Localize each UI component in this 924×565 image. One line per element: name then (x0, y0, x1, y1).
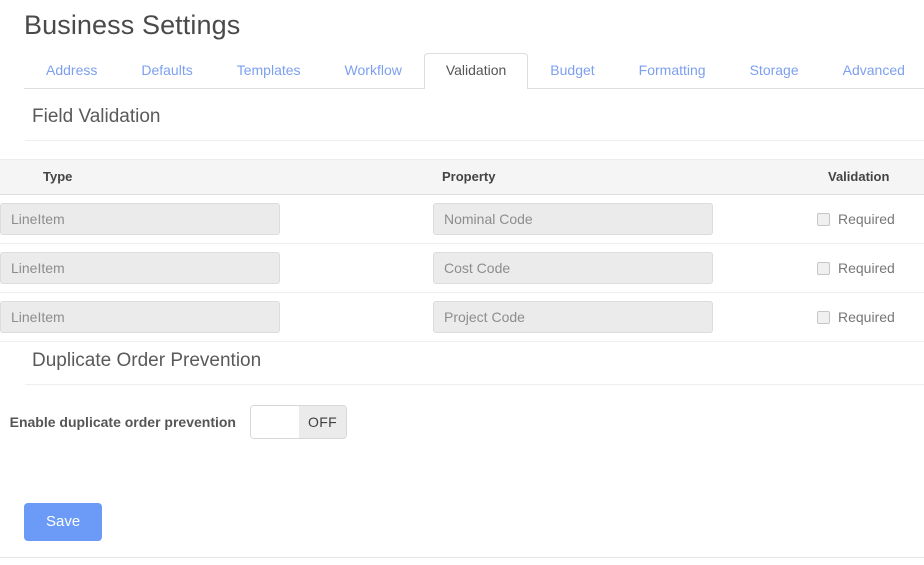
cell-type (0, 243, 433, 293)
tab-advanced[interactable]: Advanced (821, 53, 924, 88)
cell-validation: Required (817, 243, 924, 293)
column-header-type: Type (0, 159, 433, 195)
cell-type (0, 194, 433, 244)
column-header-validation: Validation (817, 159, 924, 195)
property-input[interactable] (433, 203, 713, 235)
property-input[interactable] (433, 301, 713, 333)
tab-formatting[interactable]: Formatting (617, 53, 728, 88)
duplicate-order-prevention-section: Duplicate Order Prevention Enable duplic… (0, 348, 924, 439)
type-input[interactable] (0, 252, 280, 284)
table-header-row: Type Property Validation (0, 159, 924, 195)
tab-budget[interactable]: Budget (528, 53, 616, 88)
tab-workflow[interactable]: Workflow (323, 53, 424, 88)
cell-property (433, 243, 817, 293)
cell-type (0, 292, 433, 342)
property-input[interactable] (433, 252, 713, 284)
page-title: Business Settings (24, 10, 241, 40)
footer-divider (0, 557, 924, 558)
required-checkbox[interactable] (817, 261, 830, 275)
required-label: Required (838, 309, 895, 325)
cell-property (433, 194, 817, 244)
tab-validation[interactable]: Validation (423, 53, 529, 89)
duplicate-order-toggle-row: Enable duplicate order prevention OFF (0, 385, 924, 439)
table-row: Required (0, 243, 924, 293)
required-checkbox[interactable] (817, 212, 830, 226)
type-input[interactable] (0, 203, 280, 235)
table-row: Required (0, 194, 924, 244)
field-validation-table: Type Property Validation Required (0, 159, 924, 342)
duplicate-order-toggle[interactable]: OFF (250, 405, 347, 439)
toggle-knob (251, 406, 299, 438)
tab-storage[interactable]: Storage (728, 53, 821, 88)
settings-tab-bar: Address Defaults Templates Workflow Vali… (24, 53, 924, 89)
tab-templates[interactable]: Templates (215, 53, 323, 88)
required-label: Required (838, 211, 895, 227)
required-label: Required (838, 260, 895, 276)
type-input[interactable] (0, 301, 280, 333)
table-row: Required (0, 292, 924, 342)
tab-defaults[interactable]: Defaults (119, 53, 214, 88)
field-validation-title: Field Validation (32, 106, 161, 127)
duplicate-order-prevention-title: Duplicate Order Prevention (32, 350, 262, 371)
field-validation-section: Field Validation Type Property Validatio… (0, 104, 924, 342)
save-button[interactable]: Save (24, 503, 103, 541)
column-header-property: Property (433, 159, 817, 195)
cell-property (433, 292, 817, 342)
tab-address[interactable]: Address (24, 53, 119, 88)
toggle-state-label: OFF (299, 406, 346, 438)
duplicate-order-toggle-label: Enable duplicate order prevention (9, 414, 236, 430)
cell-validation: Required (817, 194, 924, 244)
cell-validation: Required (817, 292, 924, 342)
required-checkbox[interactable] (817, 310, 830, 324)
